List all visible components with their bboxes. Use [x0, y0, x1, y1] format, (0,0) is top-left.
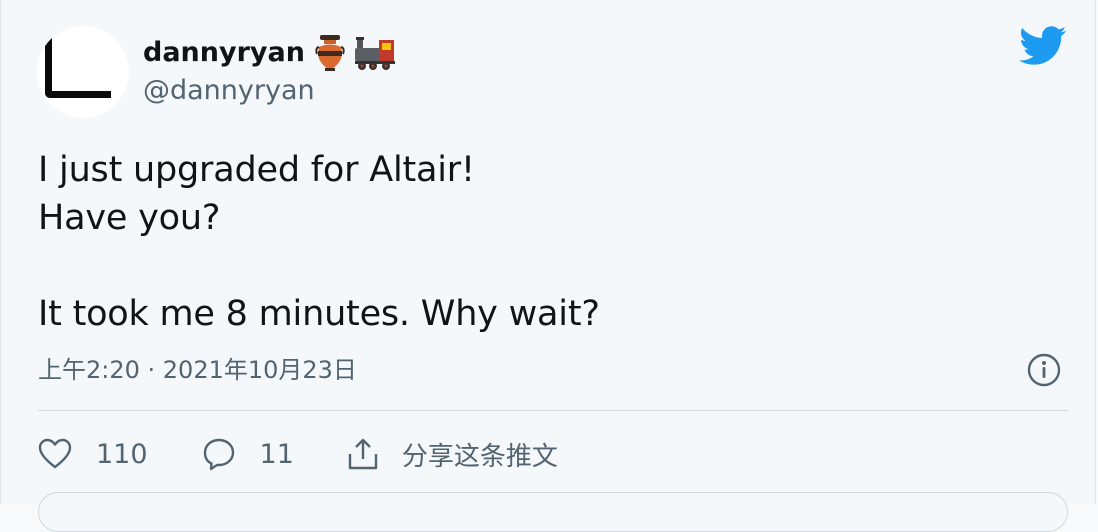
- share-icon: [346, 437, 380, 471]
- tweet-timestamp[interactable]: 上午2:20 · 2021年10月23日: [38, 352, 357, 388]
- tweet-card: dannyryan @dannyryan I just upgraded for…: [0, 0, 1096, 532]
- reply-prompt-box[interactable]: [38, 492, 1068, 532]
- divider: [38, 410, 1068, 411]
- heart-icon: [38, 438, 72, 470]
- author-name-row[interactable]: dannyryan: [143, 34, 395, 72]
- locomotive-emoji-icon: [354, 35, 395, 71]
- author-handle[interactable]: @dannyryan: [143, 74, 315, 108]
- like-button[interactable]: 110: [38, 438, 148, 470]
- tweet-text: I just upgraded for Altair! Have you? It…: [38, 150, 600, 334]
- share-button[interactable]: 分享这条推文: [346, 436, 558, 473]
- amphora-emoji-icon: [315, 34, 345, 72]
- twitter-bird-icon[interactable]: [1019, 26, 1069, 68]
- reply-count: 11: [259, 438, 294, 470]
- avatar-image: [45, 36, 111, 98]
- reply-button[interactable]: 11: [202, 437, 294, 471]
- reply-icon: [202, 437, 236, 471]
- author-display-name[interactable]: dannyryan: [143, 36, 305, 70]
- share-label: 分享这条推文: [401, 441, 558, 472]
- like-count: 110: [96, 438, 148, 470]
- avatar[interactable]: [37, 26, 129, 118]
- action-bar: 110 11 分享这条推文: [38, 432, 558, 476]
- info-icon[interactable]: [1027, 353, 1061, 387]
